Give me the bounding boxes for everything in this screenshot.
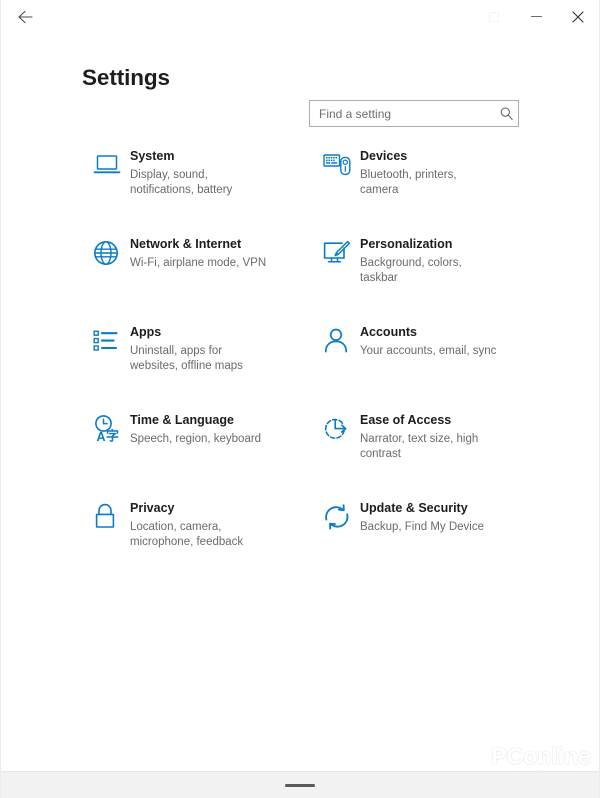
close-button[interactable]: [557, 0, 599, 33]
app-list-icon: [82, 322, 130, 360]
tile-personalization[interactable]: Personalization Background, colors, task…: [312, 232, 542, 320]
tile-label: Accounts: [360, 325, 417, 339]
tile-description: Location, camera, microphone, feedback: [130, 520, 244, 549]
accessibility-clock-arrow-icon: [312, 410, 360, 448]
home-indicator-bar[interactable]: [285, 783, 315, 787]
svg-text:A: A: [97, 430, 106, 444]
keyboard-mouse-icon: [312, 146, 360, 184]
tile-description: Narrator, text size, high contrast: [360, 432, 479, 461]
minimize-button[interactable]: [515, 0, 557, 33]
tile-description: Display, sound, notifications, battery: [130, 168, 233, 197]
tile-label: System: [130, 149, 175, 163]
tile-description: Wi-Fi, airplane mode, VPN: [130, 256, 267, 269]
tile-ease-of-access[interactable]: Ease of Access Narrator, text size, high…: [312, 408, 542, 496]
refresh-sync-icon: [312, 498, 360, 536]
monitor-paintbrush-icon: [312, 234, 360, 272]
title-bar: [1, 0, 599, 33]
bottom-bar: [1, 771, 599, 798]
tile-description: Background, colors, taskbar: [360, 256, 462, 285]
page-title: Settings: [82, 65, 170, 90]
tile-accounts[interactable]: Accounts Your accounts, email, sync: [312, 320, 542, 408]
globe-icon: [82, 234, 130, 272]
tile-network-internet[interactable]: Network & Internet Wi-Fi, airplane mode,…: [82, 232, 312, 320]
tile-label: Privacy: [130, 501, 175, 515]
tile-label: Devices: [360, 149, 408, 163]
tile-label: Update & Security: [360, 501, 468, 515]
tile-description: Your accounts, email, sync: [360, 344, 497, 357]
tile-label: Ease of Access: [360, 413, 452, 427]
lock-icon: [82, 498, 130, 536]
tile-label: Time & Language: [130, 413, 234, 427]
svg-text:字: 字: [106, 429, 119, 444]
tile-update-security[interactable]: Update & Security Backup, Find My Device: [312, 496, 542, 584]
clock-language-icon: A 字: [82, 410, 130, 448]
maximize-icon: [489, 11, 499, 22]
page-header: Settings: [1, 33, 599, 127]
tile-devices[interactable]: Devices Bluetooth, printers, camera: [312, 144, 542, 232]
tile-description: Uninstall, apps for websites, offline ma…: [130, 344, 243, 373]
tile-label: Network & Internet: [130, 237, 242, 251]
tile-apps[interactable]: Apps Uninstall, apps for websites, offli…: [82, 320, 312, 408]
tile-description: Speech, region, keyboard: [130, 432, 262, 445]
close-icon: [572, 10, 584, 23]
back-arrow-icon: [16, 8, 34, 26]
person-icon: [312, 322, 360, 360]
settings-grid: System Display, sound, notifications, ba…: [1, 119, 599, 798]
tile-description: Bluetooth, printers, camera: [360, 168, 457, 197]
laptop-icon: [82, 146, 130, 184]
tile-description: Backup, Find My Device: [360, 520, 484, 533]
tile-system[interactable]: System Display, sound, notifications, ba…: [82, 144, 312, 232]
tile-label: Personalization: [360, 237, 453, 251]
tile-time-language[interactable]: A 字 Time & Language Speech, region, keyb…: [82, 408, 312, 496]
caption-buttons: [473, 0, 599, 33]
maximize-button[interactable]: [473, 0, 515, 33]
back-button[interactable]: [5, 0, 45, 33]
settings-window: Settings Syst: [0, 0, 600, 798]
tile-label: Apps: [130, 325, 162, 339]
minimize-icon: [530, 16, 542, 17]
tile-privacy[interactable]: Privacy Location, camera, microphone, fe…: [82, 496, 312, 584]
